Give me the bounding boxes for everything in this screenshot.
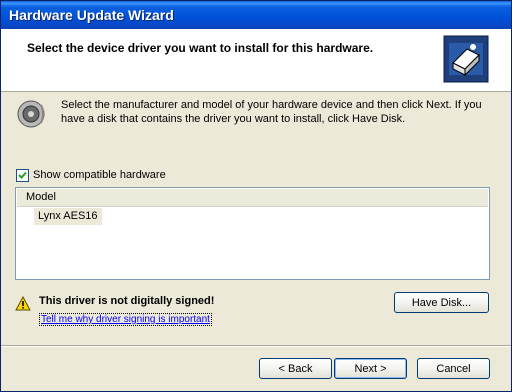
separator [1,345,511,347]
show-compatible-checkbox[interactable] [16,168,29,182]
have-disk-button[interactable]: Have Disk... [394,292,489,313]
list-item[interactable]: Lynx AES16 [34,208,102,225]
list-column-header[interactable]: Model [17,189,488,207]
show-compatible-checkbox-row[interactable]: Show compatible hardware [16,168,166,182]
wizard-window: Hardware Update Wizard Select the device… [0,0,512,392]
back-button[interactable]: < Back [259,358,332,379]
title-bar[interactable]: Hardware Update Wizard [1,1,511,29]
column-header-model: Model [26,191,56,203]
header-title: Select the device driver you want to ins… [27,41,374,55]
speaker-icon [17,100,45,128]
warning-icon [15,296,31,311]
show-compatible-label: Show compatible hardware [33,169,166,181]
cancel-button[interactable]: Cancel [417,358,490,379]
next-button[interactable]: Next > [334,358,407,379]
unsigned-driver-warning: This driver is not digitally signed! [39,295,215,307]
window-title: Hardware Update Wizard [9,7,174,23]
checkmark-icon [18,171,27,179]
driver-signing-link[interactable]: Tell me why driver signing is important [39,313,212,326]
wizard-header: Select the device driver you want to ins… [1,29,511,92]
model-list[interactable]: Model Lynx AES16 [15,187,490,280]
hardware-wizard-icon [443,35,489,83]
intro-text: Select the manufacturer and model of you… [61,99,482,125]
